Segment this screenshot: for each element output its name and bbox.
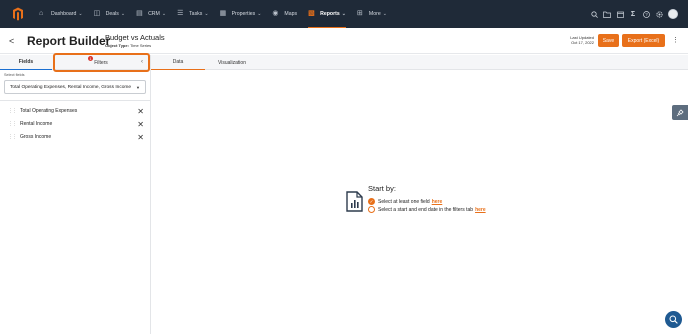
side-panel-toggle-icon[interactable] — [672, 105, 688, 120]
back-chevron-icon[interactable]: < — [9, 36, 14, 46]
sigma-icon[interactable]: Σ — [629, 10, 637, 18]
empty-state-step-1: ✓ Select at least one field here — [368, 198, 442, 205]
check-circle-icon: ✓ — [368, 198, 375, 205]
nav-item-label: More — [368, 11, 381, 17]
step-2-link[interactable]: here — [475, 207, 486, 213]
object-type-value: Time Series — [129, 43, 152, 48]
nav-item-tasks[interactable]: ☰ Tasks ⌄ — [177, 0, 208, 28]
nav-item-label: Reports — [320, 11, 340, 17]
svg-text:?: ? — [645, 12, 648, 17]
panel-divider — [150, 55, 151, 334]
chevron-down-icon: ▼ — [136, 85, 140, 90]
field-label: Total Operating Expenses — [20, 108, 78, 114]
chevron-down-icon: ⌄ — [382, 11, 387, 17]
nav-item-label: CRM — [148, 11, 160, 17]
save-button[interactable]: Save — [598, 34, 619, 47]
drag-handle-icon[interactable]: ⋮⋮ — [8, 121, 17, 127]
help-icon[interactable]: ? — [642, 10, 650, 18]
tab-fields[interactable]: Fields — [0, 55, 52, 70]
field-label: Rental Income — [20, 121, 53, 127]
search-fab-button[interactable] — [665, 311, 682, 328]
page-header: < Report Builder Budget vs Actuals Objec… — [0, 28, 688, 54]
reports-icon: ▧ — [308, 10, 315, 17]
export-excel-button[interactable]: Export (Excel) — [622, 34, 665, 47]
remove-field-icon[interactable]: ✕ — [137, 133, 144, 142]
field-item[interactable]: ⋮⋮ Total Operating Expenses ✕ — [8, 106, 146, 116]
empty-state-step-2: Select a start and end date in the filte… — [368, 206, 486, 213]
last-updated: Last Updated Oct 17, 2022 — [570, 35, 594, 45]
fields-select-value: Total Operating Expenses, Rental Income,… — [10, 84, 132, 90]
field-item[interactable]: ⋮⋮ Rental Income ✕ — [8, 119, 146, 129]
nav-item-maps[interactable]: ◉ Maps — [272, 0, 297, 28]
nav-item-dashboard[interactable]: ⌂ Dashboard ⌄ — [39, 0, 83, 28]
search-icon[interactable] — [590, 10, 598, 18]
chevron-down-icon: ⌄ — [120, 11, 126, 17]
drag-handle-icon[interactable]: ⋮⋮ — [8, 134, 17, 140]
nav-item-label: Deals — [105, 11, 119, 17]
select-fields-label: Select fields — [4, 73, 25, 77]
nav-item-label: Maps — [284, 11, 298, 17]
chevron-down-icon: ⌄ — [257, 11, 262, 17]
divider — [0, 100, 150, 101]
folder-icon[interactable] — [603, 10, 611, 18]
chevron-down-icon: ⌄ — [78, 11, 83, 17]
report-document-icon — [346, 191, 363, 212]
deals-icon: ◫ — [93, 10, 101, 17]
maps-icon: ◉ — [272, 10, 279, 17]
crm-icon: ▤ — [136, 10, 143, 17]
right-panel-tabs: Data Visualization — [151, 55, 688, 70]
nav-item-crm[interactable]: ▤ CRM ⌄ — [136, 0, 166, 28]
tasks-icon: ☰ — [177, 10, 184, 17]
step-1-link[interactable]: here — [432, 199, 443, 205]
nav-item-properties[interactable]: ▦ Properties ⌄ — [220, 0, 262, 28]
nav-item-label: Properties — [231, 11, 256, 17]
fields-select[interactable]: Total Operating Expenses, Rental Income,… — [4, 80, 146, 94]
app-logo[interactable] — [11, 7, 25, 21]
chevron-down-icon: ⌄ — [341, 11, 346, 17]
home-icon: ⌂ — [39, 10, 44, 17]
user-avatar[interactable] — [668, 9, 678, 19]
report-name: Budget vs Actuals — [105, 33, 165, 42]
tab-visualization[interactable]: Visualization — [205, 55, 259, 70]
nav-item-reports[interactable]: ▧ Reports ⌄ — [308, 0, 346, 28]
remove-field-icon[interactable]: ✕ — [137, 107, 144, 116]
nav-item-label: Tasks — [189, 11, 203, 17]
object-type: Object Type: Time Series — [105, 43, 151, 48]
object-type-label: Object Type: — [105, 43, 129, 48]
search-icon — [669, 315, 678, 324]
remove-field-icon[interactable]: ✕ — [137, 120, 144, 129]
filters-tab-highlight — [53, 53, 150, 72]
drag-handle-icon[interactable]: ⋮⋮ — [8, 108, 17, 114]
field-item[interactable]: ⋮⋮ Gross Income ✕ — [8, 132, 146, 142]
nav-item-deals[interactable]: ◫ Deals ⌄ — [94, 0, 125, 28]
step-2-text: Select a start and end date in the filte… — [378, 206, 474, 213]
empty-circle-icon — [368, 206, 375, 213]
tab-data[interactable]: Data — [151, 55, 205, 70]
more-options-icon[interactable]: ⋮ — [672, 36, 679, 44]
nav-item-label: Dashboard — [51, 11, 77, 17]
nav-item-more[interactable]: ⊞ More ⌄ — [357, 0, 387, 28]
last-updated-date: Oct 17, 2022 — [571, 40, 594, 45]
chevron-down-icon: ⌄ — [161, 11, 167, 17]
top-navigation: ⌂ Dashboard ⌄ ◫ Deals ⌄ ▤ CRM ⌄ ☰ Tasks ⌄ ▦ Propertie… — [0, 0, 688, 28]
chevron-down-icon: ⌄ — [204, 11, 209, 17]
properties-icon: ▦ — [219, 10, 227, 17]
more-icon: ⊞ — [356, 10, 363, 17]
settings-icon[interactable] — [655, 10, 663, 18]
calendar-icon[interactable] — [616, 10, 624, 18]
page-title: Report Builder — [27, 34, 111, 48]
empty-state-heading: Start by: — [368, 184, 396, 193]
nav-right-tools: Σ ? — [585, 0, 678, 28]
step-1-text: Select at least one field — [378, 198, 430, 205]
field-label: Gross Income — [20, 134, 52, 140]
